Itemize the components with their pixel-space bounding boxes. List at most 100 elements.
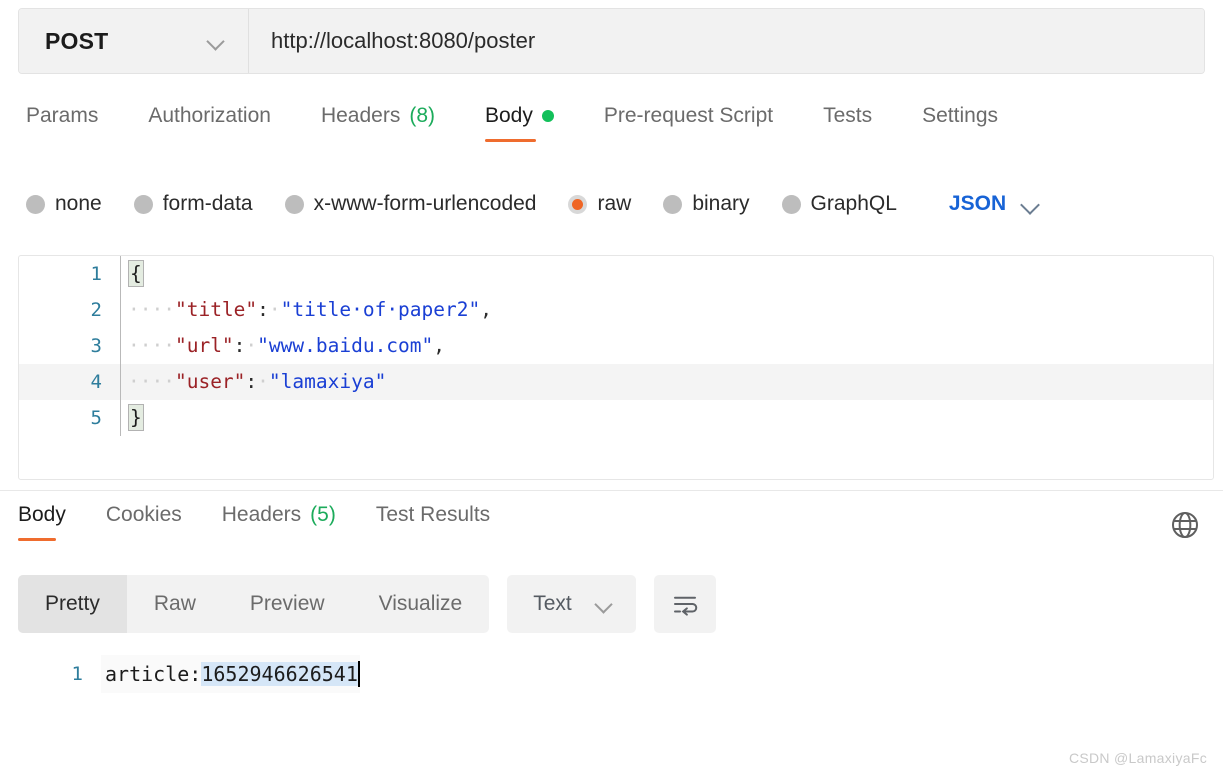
radio-icon <box>663 194 683 214</box>
section-divider <box>0 490 1223 491</box>
json-value: "title·of·paper2" <box>280 298 481 321</box>
tab-tests[interactable]: Tests <box>823 104 872 142</box>
response-tab-cookies[interactable]: Cookies <box>106 503 182 541</box>
postman-request-response-view: POST http://localhost:8080/poster Params… <box>0 0 1223 778</box>
tab-label: Cookies <box>105 503 182 526</box>
url-input[interactable]: http://localhost:8080/poster <box>249 9 1204 73</box>
view-mode-raw[interactable]: Raw <box>127 575 223 633</box>
editor-line: 1 { <box>19 256 1213 292</box>
indent-guide: ···· <box>128 334 175 357</box>
body-type-binary[interactable]: binary <box>663 192 750 216</box>
json-comma: , <box>480 298 492 321</box>
request-body-editor[interactable]: 1 { 2 ····"title":·"title·of·paper2", 3 … <box>18 255 1214 480</box>
text-cursor <box>357 661 361 687</box>
editor-line-active: 4 ····"user":·"lamaxiya" <box>19 364 1213 400</box>
editor-line: 5 } <box>19 400 1213 436</box>
radio-selected-icon <box>568 194 588 214</box>
view-mode-pretty[interactable]: Pretty <box>18 575 127 633</box>
http-method-selector[interactable]: POST <box>19 9 249 73</box>
editor-line: 2 ····"title":·"title·of·paper2", <box>19 292 1213 328</box>
space-dot: · <box>257 370 269 393</box>
tab-headers[interactable]: Headers (8) <box>321 104 435 142</box>
body-type-raw[interactable]: raw <box>568 192 631 216</box>
tab-label: Headers <box>221 503 302 526</box>
json-colon: : <box>257 298 269 321</box>
line-content: ····"url":·"www.baidu.com", <box>120 328 1213 364</box>
tab-settings[interactable]: Settings <box>922 104 998 142</box>
chevron-down-icon <box>1020 194 1040 214</box>
response-toolbar: Pretty Raw Preview Visualize Text <box>18 575 716 633</box>
body-type-x-www-form-urlencoded[interactable]: x-www-form-urlencoded <box>284 192 537 216</box>
tab-label: Test Results <box>375 503 491 526</box>
line-number: 2 <box>90 299 102 321</box>
radio-label: none <box>55 192 102 215</box>
url-value: http://localhost:8080/poster <box>271 28 536 53</box>
chevron-down-icon <box>206 31 226 51</box>
response-text-selected: 1652946626541 <box>201 662 358 686</box>
tab-label: Headers <box>320 104 401 127</box>
tab-label: Settings <box>922 104 999 127</box>
response-line: 1 article: 1652946626541 <box>0 655 1223 693</box>
view-mode-preview[interactable]: Preview <box>223 575 352 633</box>
response-view-mode-group: Pretty Raw Preview Visualize <box>18 575 490 633</box>
body-type-form-data[interactable]: form-data <box>133 192 253 216</box>
json-key: "title" <box>174 298 258 321</box>
body-present-indicator-icon <box>541 110 554 122</box>
line-number: 1 <box>71 663 83 685</box>
tab-authorization[interactable]: Authorization <box>148 104 271 142</box>
radio-icon <box>133 194 153 214</box>
json-key: "user" <box>174 370 246 393</box>
space-dot: · <box>268 298 281 321</box>
word-wrap-toggle[interactable] <box>653 575 716 633</box>
space-dot: · <box>245 334 258 357</box>
response-body-viewer[interactable]: 1 article: 1652946626541 <box>0 655 1223 703</box>
json-colon: : <box>245 370 258 393</box>
response-format-label: Text <box>533 592 572 615</box>
url-bar: POST http://localhost:8080/poster <box>18 8 1205 74</box>
response-tab-test-results[interactable]: Test Results <box>376 503 490 541</box>
line-number: 3 <box>90 335 102 357</box>
body-type-graphql[interactable]: GraphQL <box>781 192 897 216</box>
response-tab-headers[interactable]: Headers (5) <box>222 503 336 541</box>
tab-label: Body <box>485 104 533 127</box>
radio-icon <box>284 194 304 214</box>
json-colon: : <box>233 334 246 357</box>
response-tab-body[interactable]: Body <box>18 503 66 541</box>
open-brace: { <box>128 260 144 287</box>
tab-count: (8) <box>409 104 435 127</box>
tab-count: (5) <box>310 503 336 526</box>
json-value: "www.baidu.com" <box>257 334 434 357</box>
editor-line: 3 ····"url":·"www.baidu.com", <box>19 328 1213 364</box>
tab-label: Authorization <box>148 104 271 127</box>
view-mode-label: Pretty <box>45 592 100 615</box>
raw-format-selector[interactable]: JSON <box>949 192 1040 216</box>
view-mode-label: Raw <box>153 592 196 615</box>
tab-label: Tests <box>823 104 873 127</box>
tab-params[interactable]: Params <box>26 104 98 142</box>
line-content: ····"title":·"title·of·paper2", <box>120 292 1213 328</box>
tab-pre-request-script[interactable]: Pre-request Script <box>604 104 773 142</box>
response-format-selector[interactable]: Text <box>507 575 636 633</box>
watermark: CSDN @LamaxiyaFc <box>1068 750 1207 766</box>
tab-label: Body <box>18 503 66 526</box>
indent-guide: ···· <box>128 298 175 321</box>
line-number: 4 <box>90 371 102 393</box>
response-tabs: Body Cookies Headers (5) Test Results <box>0 503 1223 553</box>
radio-label: x-www-form-urlencoded <box>313 192 537 215</box>
view-mode-visualize[interactable]: Visualize <box>352 575 490 633</box>
tab-label: Params <box>26 104 99 127</box>
line-content: { <box>120 256 1213 292</box>
body-type-none[interactable]: none <box>26 192 102 216</box>
view-mode-label: Visualize <box>378 592 463 615</box>
globe-icon[interactable] <box>1169 509 1201 541</box>
radio-label: raw <box>597 192 632 215</box>
line-number: 1 <box>90 263 102 285</box>
response-text: article: 1652946626541 <box>101 655 361 693</box>
json-comma: , <box>433 334 446 357</box>
tab-body[interactable]: Body <box>485 104 554 142</box>
radio-icon <box>781 194 801 214</box>
radio-icon <box>26 194 45 214</box>
response-text-plain: article: <box>105 662 202 686</box>
http-method-label: POST <box>45 27 109 54</box>
radio-label: binary <box>692 192 750 215</box>
